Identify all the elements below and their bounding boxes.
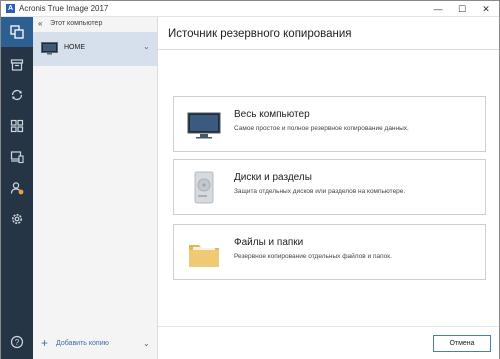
settings-icon <box>12 214 22 224</box>
source-panel: « Этот компьютер HOME ⌄ + Добавить копию… <box>33 17 158 359</box>
title-bar: A Acronis True Image 2017 — ☐ ✕ <box>1 1 499 17</box>
rail-settings-button[interactable] <box>1 204 33 234</box>
card-description: Резервное копирование отдельных файлов и… <box>234 253 392 260</box>
card-title: Весь компьютер <box>234 109 310 120</box>
rail-backup-button[interactable] <box>1 17 33 47</box>
source-option-files-folders[interactable]: Файлы и папки Резервное копирование отде… <box>173 224 486 280</box>
card-description: Самое простое и полное резервное копиров… <box>234 125 409 132</box>
nav-rail: ? <box>1 17 33 359</box>
rail-archive-button[interactable] <box>1 50 33 80</box>
folder-icon <box>189 245 219 267</box>
backup-icon <box>10 25 24 39</box>
source-item-home[interactable]: HOME ⌄ <box>33 32 157 66</box>
chevron-down-icon[interactable]: ⌄ <box>143 42 150 51</box>
window-title: Acronis True Image 2017 <box>19 4 109 13</box>
source-option-entire-pc[interactable]: Весь компьютер Самое простое и полное ре… <box>173 96 486 152</box>
plus-icon: + <box>41 336 49 350</box>
source-option-disks-partitions[interactable]: Диски и разделы Защита отдельных дисков … <box>173 159 486 215</box>
app-logo-icon: A <box>6 4 15 13</box>
rail-tools-button[interactable] <box>1 111 33 141</box>
monitor-icon <box>41 42 58 55</box>
help-icon: ? <box>10 335 24 349</box>
rail-devices-button[interactable] <box>1 142 33 172</box>
tools-grid-icon <box>10 119 24 133</box>
archive-icon <box>10 59 24 71</box>
rail-account-button[interactable] <box>1 173 33 203</box>
card-title: Файлы и папки <box>234 237 304 248</box>
sync-icon <box>11 89 23 101</box>
app-window: A Acronis True Image 2017 — ☐ ✕ ? « Этот… <box>0 0 500 359</box>
chevron-down-icon[interactable]: ⌄ <box>143 339 150 348</box>
svg-text:?: ? <box>15 338 20 347</box>
main-content: Источник резервного копирования Весь ком… <box>158 17 499 359</box>
cancel-button[interactable]: Отмена <box>433 335 491 352</box>
page-title: Источник резервного копирования <box>168 28 352 40</box>
rail-help-button[interactable]: ? <box>1 327 33 357</box>
source-panel-title: Этот компьютер <box>50 20 103 27</box>
devices-icon <box>10 151 24 164</box>
add-backup-label: Добавить копию <box>56 340 109 347</box>
source-item-label: HOME <box>64 44 85 51</box>
header-divider <box>158 49 499 50</box>
card-description: Защита отдельных дисков или разделов на … <box>234 188 406 195</box>
monitor-icon <box>187 112 221 139</box>
hard-drive-icon <box>194 171 214 204</box>
maximize-button[interactable]: ☐ <box>450 1 474 17</box>
minimize-button[interactable]: — <box>426 1 450 17</box>
source-panel-header[interactable]: « Этот компьютер <box>33 17 158 31</box>
collapse-chevron-icon[interactable]: « <box>38 19 42 28</box>
close-button[interactable]: ✕ <box>474 1 498 17</box>
rail-sync-button[interactable] <box>1 80 33 110</box>
add-backup-button[interactable]: + Добавить копию ⌄ <box>33 335 157 353</box>
footer-divider <box>158 326 499 327</box>
account-icon <box>10 182 24 195</box>
card-title: Диски и разделы <box>234 172 312 183</box>
